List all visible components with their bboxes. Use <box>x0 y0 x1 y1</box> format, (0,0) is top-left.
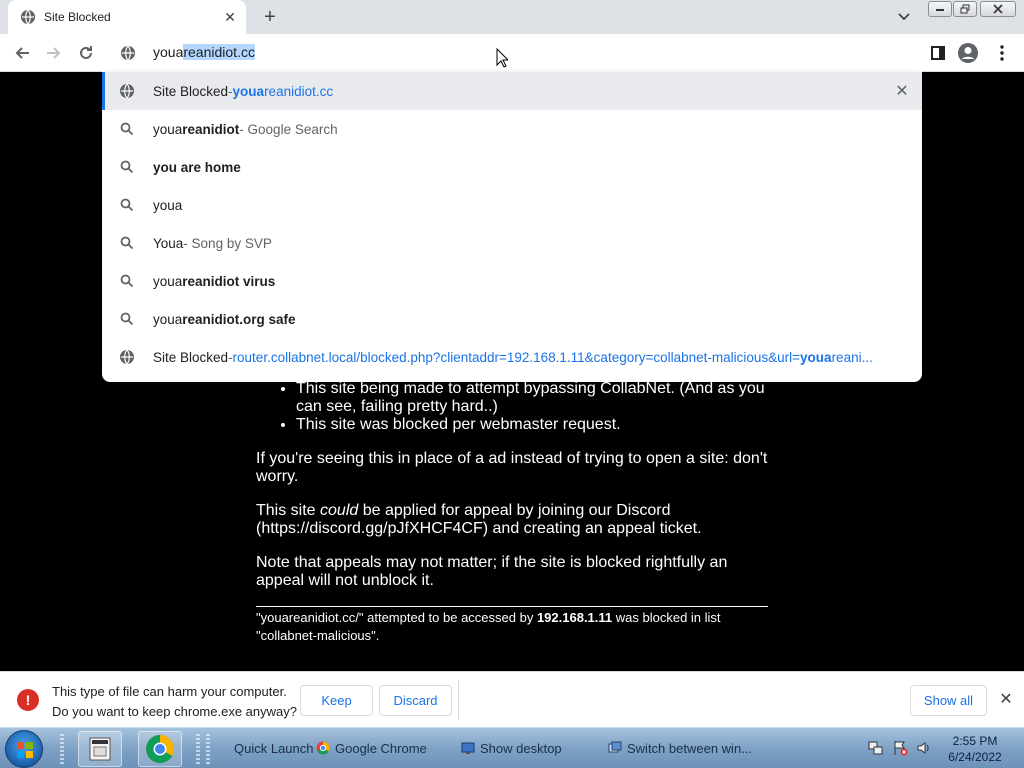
search-icon <box>119 273 135 289</box>
suggestion-item[interactable]: youa reanidiot - Google Search <box>102 110 922 148</box>
globe-icon <box>121 45 135 61</box>
clock-time: 2:55 PM <box>952 734 998 748</box>
back-arrow-icon <box>15 47 29 59</box>
download-warning-text: This type of file can harm your computer… <box>52 684 297 719</box>
quick-launch-label[interactable]: Quick Launch <box>234 735 314 761</box>
suggestion-title: Site Blocked <box>153 83 229 99</box>
show-all-button[interactable]: Show all <box>910 685 987 716</box>
suggestion-item[interactable]: youa <box>102 186 922 224</box>
desktop-icon <box>461 742 475 754</box>
menu-button[interactable] <box>992 43 1012 63</box>
divider <box>256 606 768 607</box>
note-paragraph: Note that appeals may not matter; if the… <box>256 554 728 589</box>
tab-close-icon[interactable]: ✕ <box>222 9 238 25</box>
tab-title: Site Blocked <box>44 10 111 24</box>
minimize-button[interactable] <box>928 1 952 17</box>
reload-icon <box>80 46 92 59</box>
info-paragraph: If you're seeing this in place of a ad i… <box>256 450 768 485</box>
reload-button[interactable] <box>74 41 98 65</box>
suggestion-item[interactable]: Site Blocked - router.collabnet.local/bl… <box>102 338 922 376</box>
action-center-flag-icon[interactable] <box>892 740 908 756</box>
restore-button[interactable] <box>953 1 977 17</box>
chrome-logo-icon <box>316 741 330 755</box>
tab-strip: Site Blocked ✕ + <box>0 0 1024 34</box>
taskbar-item-chrome[interactable]: Google Chrome <box>316 735 427 761</box>
taskbar-grip[interactable] <box>206 734 210 764</box>
forward-button[interactable] <box>42 41 66 65</box>
tab-site-blocked[interactable]: Site Blocked ✕ <box>8 0 246 34</box>
taskbar-item-switch-windows[interactable]: Switch between win... <box>608 735 752 761</box>
search-icon <box>119 235 135 251</box>
discard-button[interactable]: Discard <box>379 685 452 716</box>
taskbar-item-show-desktop[interactable]: Show desktop <box>461 735 562 761</box>
new-tab-button[interactable]: + <box>258 5 282 29</box>
volume-icon[interactable] <box>916 740 932 756</box>
taskbar-app-exe[interactable] <box>78 731 122 767</box>
suggestion-item[interactable]: youa reanidiot virus <box>102 262 922 300</box>
profile-button[interactable] <box>958 43 978 63</box>
clock[interactable]: 2:55 PM 6/24/2022 <box>940 733 1010 765</box>
side-panel-icon <box>931 46 945 60</box>
kebab-menu-icon <box>1000 45 1004 61</box>
search-icon <box>119 121 135 137</box>
suggestion-item[interactable]: youa reanidiot.org safe <box>102 300 922 338</box>
close-window-button[interactable] <box>980 1 1016 17</box>
blocked-page-content: This site being made to attempt bypassin… <box>256 380 768 645</box>
back-button[interactable] <box>10 41 34 65</box>
appeal-paragraph: This site could be applied for appeal by… <box>256 502 702 537</box>
side-panel-button[interactable] <box>928 43 948 63</box>
suggestion-item[interactable]: Site Blocked - youa reanidiot.cc ✕ <box>102 72 922 110</box>
address-bar[interactable]: youareanidiot.cc <box>102 34 922 72</box>
search-icon <box>119 197 135 213</box>
reason-item: This site being made to attempt bypassin… <box>296 380 768 416</box>
globe-icon <box>21 9 35 25</box>
start-button[interactable] <box>5 730 43 768</box>
clock-date: 6/24/2022 <box>948 750 1002 764</box>
divider <box>458 680 459 720</box>
suggestion-item[interactable]: Youa - Song by SVP <box>102 224 922 262</box>
keep-button[interactable]: Keep <box>300 685 373 716</box>
taskbar-chrome[interactable] <box>138 731 182 767</box>
omnibox-suggestions: Site Blocked - youa reanidiot.cc ✕ youa re… <box>102 72 922 382</box>
chrome-logo-icon <box>146 735 174 763</box>
switch-windows-icon <box>608 741 622 753</box>
autocomplete-selection: reanidiot.cc <box>183 44 255 60</box>
application-window-icon <box>89 737 111 761</box>
remove-suggestion-icon[interactable]: ✕ <box>894 83 910 100</box>
forward-arrow-icon <box>47 47 61 59</box>
network-icon[interactable] <box>868 740 884 756</box>
reason-list: This site being made to attempt bypassin… <box>256 380 768 434</box>
mouse-cursor-icon <box>496 48 508 68</box>
taskbar: Quick Launch Google Chrome Show desktop … <box>0 727 1024 768</box>
tab-search-chevron-icon[interactable] <box>894 7 914 27</box>
globe-icon <box>119 83 135 99</box>
typed-text: youa <box>153 44 184 60</box>
profile-avatar-icon <box>958 43 978 63</box>
close-download-bar-icon[interactable]: ✕ <box>996 689 1016 709</box>
download-bar: ! This type of file can harm your comput… <box>0 671 1024 727</box>
suggestion-item[interactable]: you are home <box>102 148 922 186</box>
warning-icon: ! <box>17 689 39 711</box>
search-icon <box>119 159 135 175</box>
windows-logo-icon <box>17 742 33 758</box>
globe-icon <box>119 349 135 365</box>
taskbar-grip[interactable] <box>60 734 64 764</box>
taskbar-grip[interactable] <box>196 734 200 764</box>
address-input[interactable]: youareanidiot.cc <box>153 44 255 60</box>
reason-item: This site was blocked per webmaster requ… <box>296 416 768 434</box>
block-footnote: "youareanidiot.cc/" attempted to be acce… <box>256 610 721 643</box>
search-icon <box>119 311 135 327</box>
